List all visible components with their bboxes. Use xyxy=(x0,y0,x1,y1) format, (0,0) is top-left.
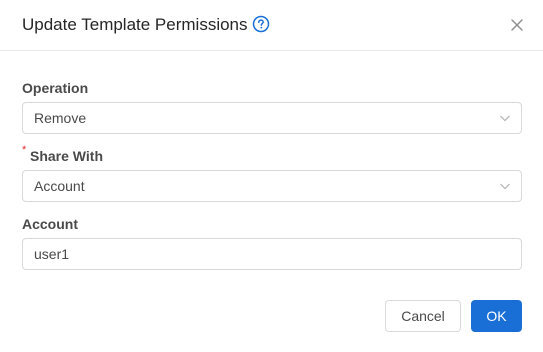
account-field[interactable]: user1 xyxy=(22,238,522,270)
cancel-button[interactable]: Cancel xyxy=(385,300,461,332)
close-icon[interactable] xyxy=(508,16,526,34)
dialog-title: Update Template Permissions xyxy=(22,15,248,34)
operation-label: Operation xyxy=(22,80,89,96)
question-circle-icon[interactable] xyxy=(252,15,270,33)
update-template-permissions-dialog: Update Template Permissions Operation Re… xyxy=(0,0,543,352)
ok-button[interactable]: OK xyxy=(471,300,522,332)
share-with-select[interactable]: Account xyxy=(22,170,522,202)
account-value: user1 xyxy=(34,246,70,262)
share-with-selected-value: Account xyxy=(34,178,85,194)
share-with-label: Share With xyxy=(30,148,103,164)
chevron-down-icon xyxy=(500,183,510,190)
required-marker: * xyxy=(22,144,27,156)
dialog-header: Update Template Permissions xyxy=(0,0,543,51)
chevron-down-icon xyxy=(500,115,510,122)
operation-select[interactable]: Remove xyxy=(22,102,522,134)
account-label: Account xyxy=(22,216,78,232)
operation-selected-value: Remove xyxy=(34,110,87,126)
